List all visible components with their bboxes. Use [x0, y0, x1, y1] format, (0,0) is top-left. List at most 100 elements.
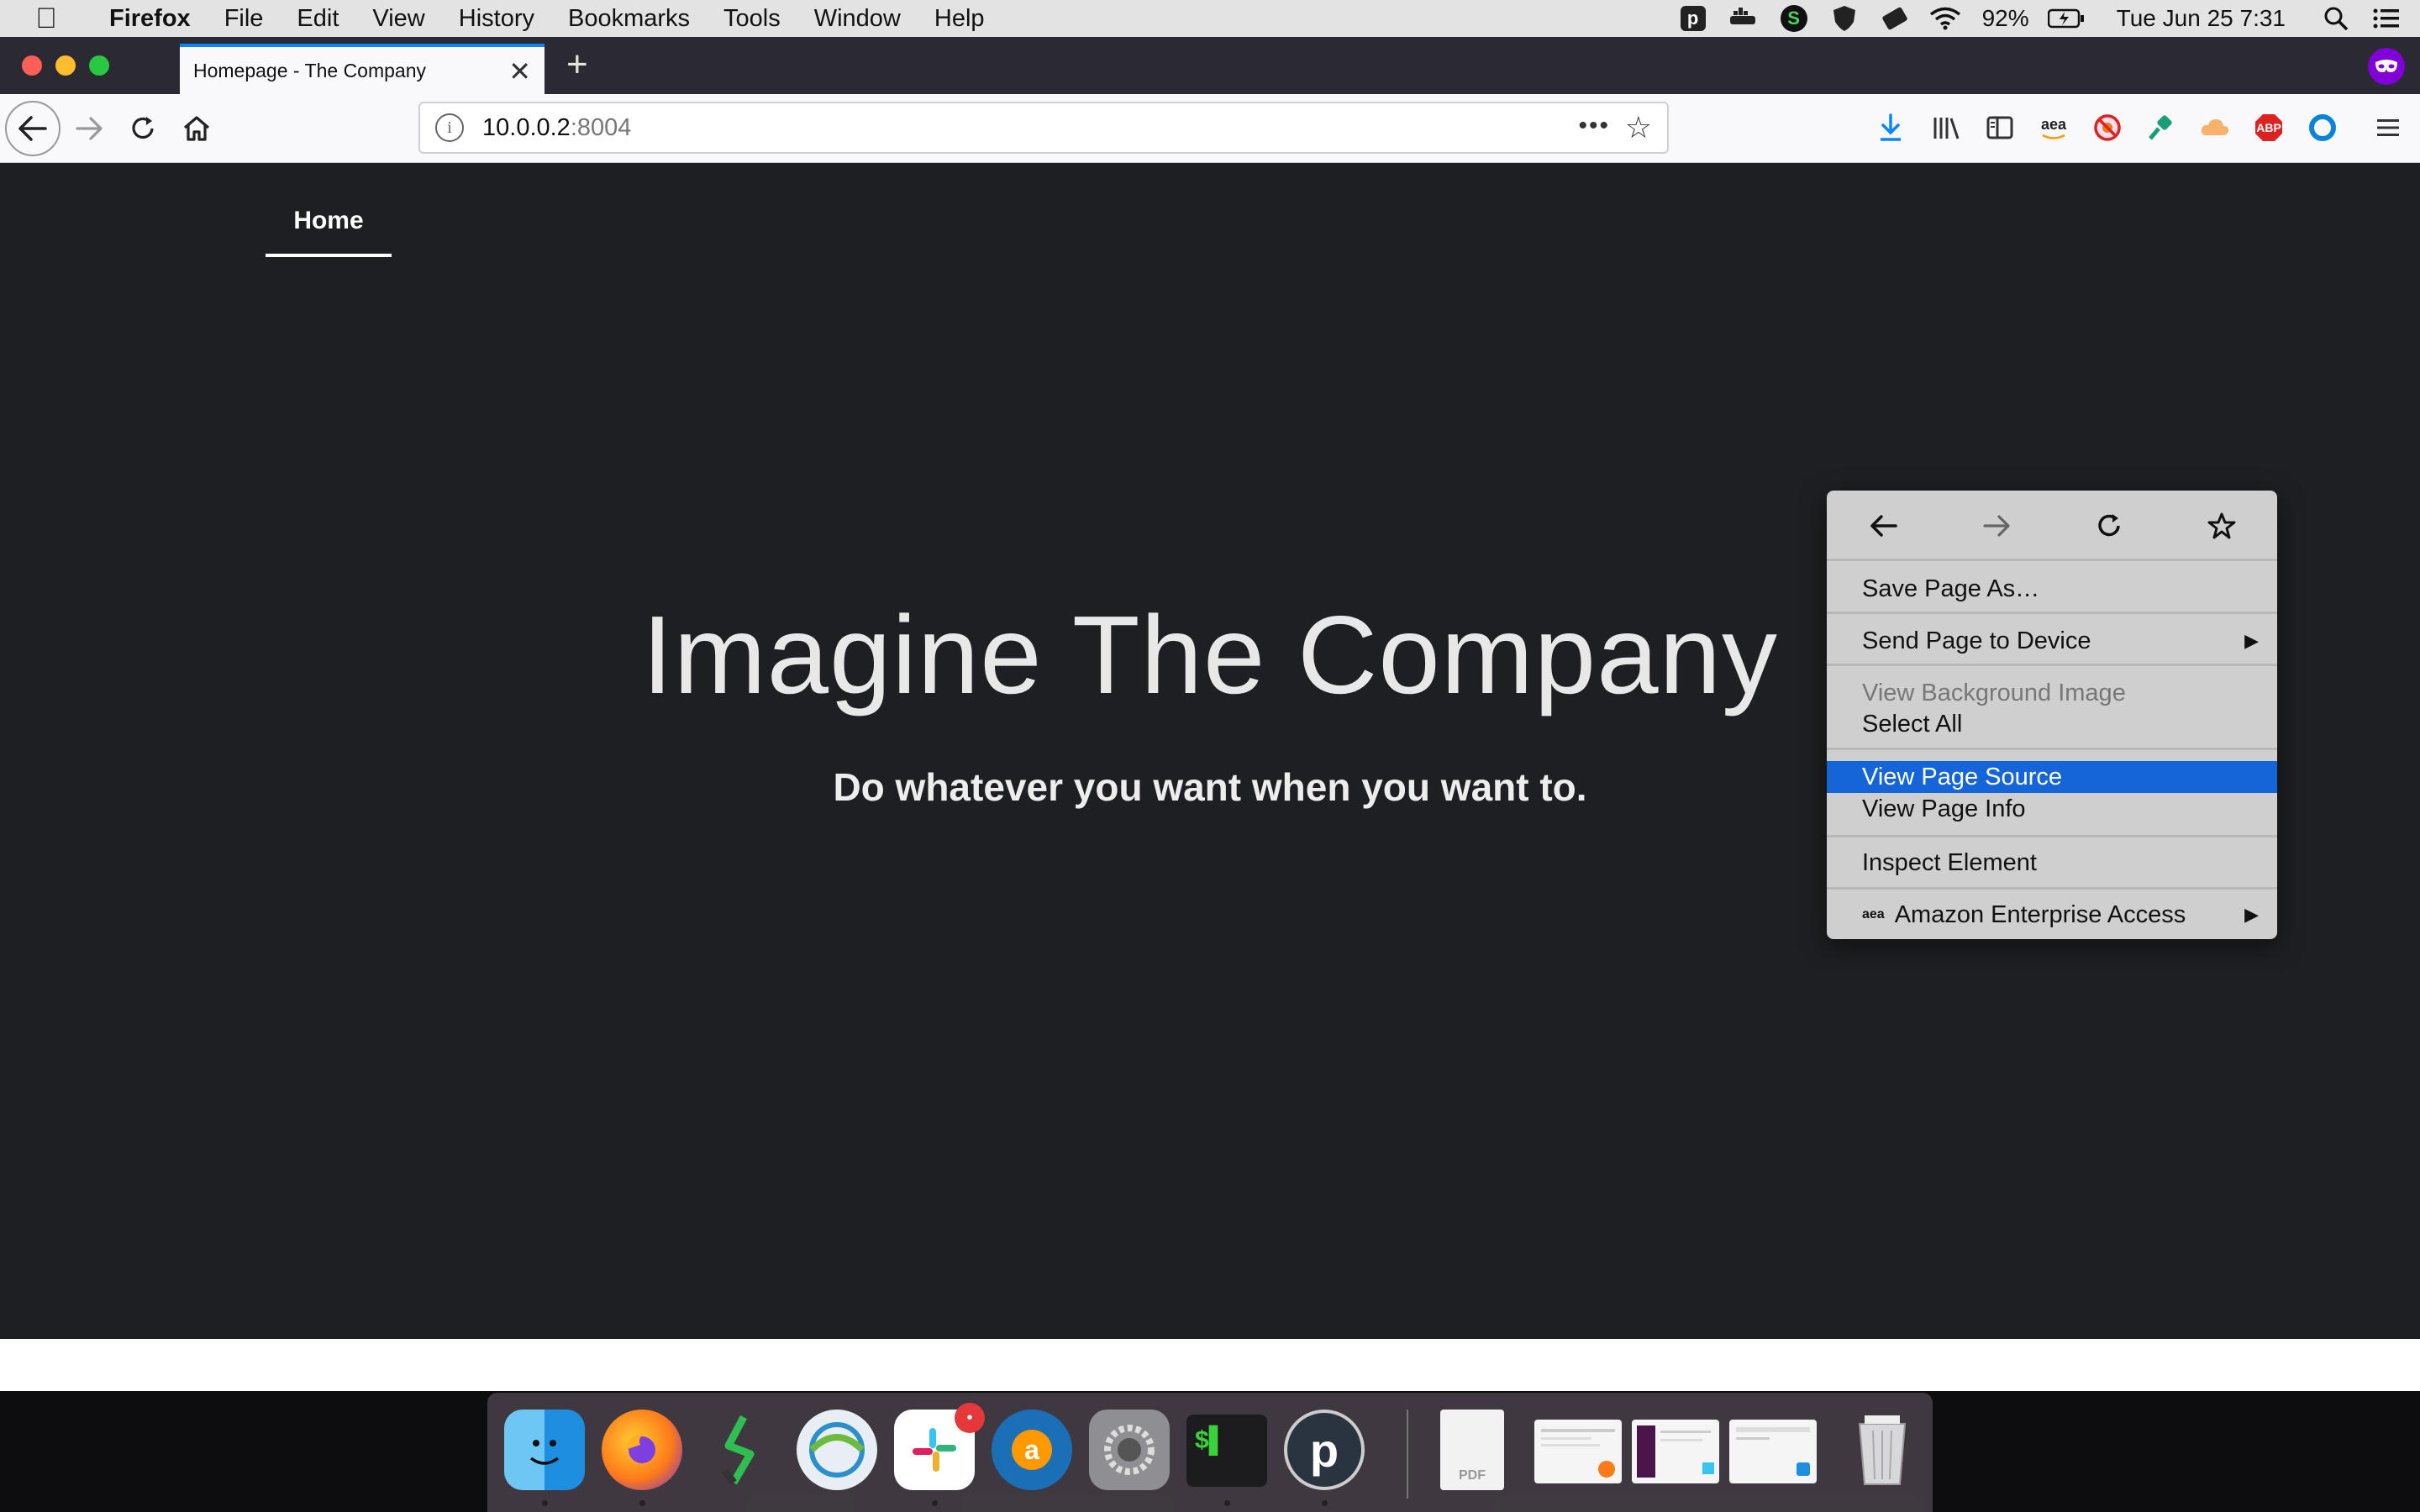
- downloads-icon[interactable]: [1872, 109, 1909, 146]
- amazon-assistant-dock-icon[interactable]: a: [992, 1410, 1072, 1490]
- dock-separator: [1407, 1410, 1408, 1499]
- window-close-button[interactable]: [22, 55, 42, 76]
- pdf-label: PDF: [1459, 1468, 1486, 1483]
- adblock-plus-label: ABP: [2256, 121, 2281, 134]
- plex-glyph: p: [1309, 1423, 1339, 1477]
- new-tab-button[interactable]: +: [566, 44, 588, 86]
- bookmark-star-icon[interactable]: ☆: [1625, 110, 1652, 145]
- finder-dock-icon[interactable]: [504, 1410, 585, 1490]
- terminal-glyph: $▌: [1195, 1426, 1227, 1454]
- finder-window-thumbnail[interactable]: [1729, 1420, 1817, 1483]
- menu-help[interactable]: Help: [918, 5, 1002, 33]
- url-bar[interactable]: i 10.0.0.2:8004 ••• ☆: [418, 102, 1669, 154]
- context-back-icon[interactable]: [1865, 507, 1902, 544]
- menu-bookmarks[interactable]: Bookmarks: [551, 5, 707, 33]
- context-inspect-element[interactable]: Inspect Element: [1827, 847, 2277, 879]
- blocker-extension-icon[interactable]: [2089, 109, 2126, 146]
- terminal-dock-icon[interactable]: $▌: [1186, 1415, 1267, 1487]
- adblock-plus-icon[interactable]: ABP: [2250, 109, 2287, 146]
- context-send-page-to-device[interactable]: Send Page to Device ▶: [1827, 625, 2277, 657]
- page-actions-icon[interactable]: •••: [1578, 112, 1610, 140]
- cloud-extension-icon[interactable]: [2196, 109, 2233, 146]
- context-separator: [1827, 887, 2277, 890]
- dock-running-indicator: [1224, 1500, 1230, 1506]
- firefox-tab-bar: Homepage - The Company ✕: [0, 37, 2420, 94]
- window-minimize-button[interactable]: [55, 55, 76, 76]
- svg-text:a: a: [1024, 1435, 1039, 1465]
- notification-center-icon[interactable]: [2361, 0, 2412, 37]
- context-view-page-source[interactable]: View Page Source: [1827, 761, 2277, 793]
- context-menu-nav-row: [1827, 491, 2277, 561]
- aea-extension-icon[interactable]: aea: [2035, 109, 2072, 146]
- trash-dock-icon[interactable]: [1842, 1410, 1923, 1490]
- vpn-status-icon[interactable]: S: [1769, 0, 1819, 37]
- docker-status-icon[interactable]: [1718, 0, 1769, 37]
- library-icon[interactable]: [1928, 109, 1965, 146]
- context-amazon-label: Amazon Enterprise Access: [1894, 900, 2186, 928]
- slack-notification-badge: •: [955, 1403, 985, 1433]
- menu-file[interactable]: File: [208, 5, 281, 33]
- menubar-status-area: p S 92% Tue Jun 25 7:31: [1668, 0, 2420, 37]
- context-separator: [1827, 612, 2277, 614]
- context-separator: [1827, 748, 2277, 750]
- firefox-nav-bar: i 10.0.0.2:8004 ••• ☆ aea ABP: [0, 94, 2420, 163]
- submenu-arrow-icon: ▶: [2244, 630, 2259, 651]
- context-view-page-info[interactable]: View Page Info: [1827, 793, 2277, 825]
- context-save-page-as[interactable]: Save Page As…: [1827, 573, 2277, 605]
- ticket-status-icon[interactable]: [1870, 0, 1920, 37]
- page-bottom-strip: [0, 1339, 2420, 1391]
- lasso-app-dock-icon[interactable]: [699, 1410, 780, 1490]
- ring-extension-icon[interactable]: [2304, 109, 2341, 146]
- site-info-icon[interactable]: i: [435, 113, 464, 142]
- menu-edit[interactable]: Edit: [280, 5, 355, 33]
- tab-title: Homepage - The Company: [193, 59, 426, 81]
- dock-running-indicator: [932, 1500, 938, 1506]
- context-select-all[interactable]: Select All: [1827, 708, 2277, 740]
- dock-running-indicator: [542, 1500, 548, 1506]
- nav-link-home[interactable]: Home: [266, 207, 392, 257]
- menu-window[interactable]: Window: [797, 5, 918, 33]
- menu-tools[interactable]: Tools: [707, 5, 797, 33]
- tab-homepage[interactable]: Homepage - The Company ✕: [180, 44, 544, 94]
- screen:  Firefox File Edit View History Bookmar…: [0, 0, 2420, 1512]
- firefox-window-thumbnail[interactable]: [1534, 1420, 1622, 1483]
- context-menu: Save Page As… Send Page to Device ▶ View…: [1827, 491, 2277, 939]
- macos-menubar:  Firefox File Edit View History Bookmar…: [0, 0, 2420, 37]
- context-amazon-enterprise-access[interactable]: aea Amazon Enterprise Access ▶: [1827, 899, 2277, 931]
- back-button[interactable]: [5, 101, 60, 156]
- reload-button[interactable]: [124, 102, 161, 155]
- cisco-anyconnect-dock-icon[interactable]: [797, 1410, 877, 1490]
- plex-dock-icon[interactable]: p: [1284, 1410, 1365, 1490]
- menu-app-firefox[interactable]: Firefox: [92, 5, 208, 33]
- plex-status-icon[interactable]: p: [1668, 0, 1718, 37]
- system-preferences-dock-icon[interactable]: [1089, 1410, 1170, 1490]
- forward-button[interactable]: [71, 102, 108, 155]
- hamburger-menu-icon[interactable]: [2370, 109, 2407, 146]
- pdf-document-dock-icon[interactable]: PDF: [1440, 1410, 1504, 1490]
- context-bookmark-star-icon[interactable]: [2203, 507, 2240, 544]
- apple-menu-icon[interactable]: : [0, 3, 92, 35]
- context-send-page-label: Send Page to Device: [1862, 627, 2091, 654]
- context-forward-icon[interactable]: [1978, 507, 2015, 544]
- firefox-dock-icon[interactable]: [602, 1410, 682, 1490]
- wifi-icon[interactable]: [1920, 0, 1970, 37]
- macos-dock: • a $▌ p PDF: [487, 1393, 1933, 1512]
- home-button[interactable]: [178, 102, 215, 155]
- sidebar-icon[interactable]: [1981, 109, 2018, 146]
- slack-window-thumbnail[interactable]: [1632, 1420, 1719, 1483]
- window-zoom-button[interactable]: [89, 55, 109, 76]
- menubar-clock[interactable]: Tue Jun 25 7:31: [2091, 5, 2311, 32]
- context-separator: [1827, 664, 2277, 666]
- key-extension-icon[interactable]: [2143, 109, 2180, 146]
- context-reload-icon[interactable]: [2091, 507, 2128, 544]
- battery-percent: 92%: [1981, 5, 2029, 31]
- tab-close-icon[interactable]: ✕: [508, 55, 531, 87]
- menu-view[interactable]: View: [355, 5, 441, 33]
- shield-status-icon[interactable]: [1819, 0, 1870, 37]
- menu-history[interactable]: History: [442, 5, 551, 33]
- context-separator: [1827, 835, 2277, 837]
- battery-icon[interactable]: [2041, 0, 2091, 37]
- aea-extension-label: aea: [2040, 115, 2067, 133]
- spotlight-search-icon[interactable]: [2311, 0, 2361, 37]
- dock-running-indicator: [639, 1500, 645, 1506]
